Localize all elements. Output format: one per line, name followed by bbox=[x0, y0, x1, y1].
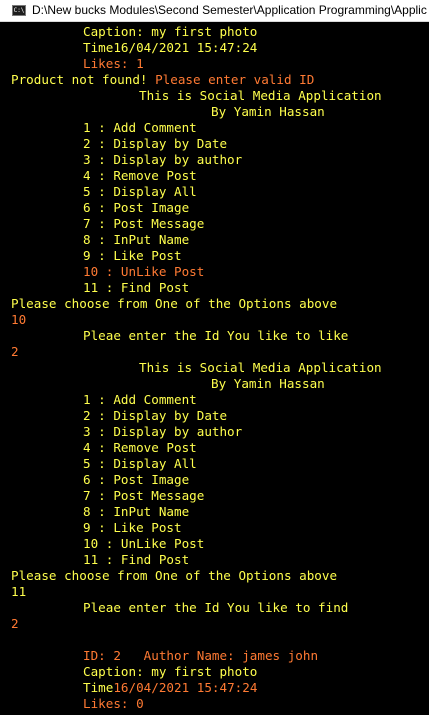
result-likes: Likes: 0 bbox=[83, 696, 144, 711]
menu-item: 11 : Find Post bbox=[83, 552, 190, 567]
menu-item: 8 : InPut Name bbox=[83, 504, 190, 519]
user-input: 10 bbox=[11, 312, 27, 327]
find-id-prompt: Pleae enter the Id You like to find bbox=[83, 600, 349, 615]
menu-item: 2 : Display by Date bbox=[83, 136, 228, 151]
user-input: 11 bbox=[11, 584, 27, 599]
menu-author: By Yamin Hassan bbox=[211, 104, 325, 119]
menu-item: 6 : Post Image bbox=[83, 200, 190, 215]
error-prefix: Product not found! bbox=[11, 72, 148, 87]
options-prompt: Please choose from One of the Options ab… bbox=[11, 568, 338, 583]
menu-item: 5 : Display All bbox=[83, 456, 197, 471]
menu-item: 5 : Display All bbox=[83, 184, 197, 199]
menu-item: 1 : Add Comment bbox=[83, 120, 197, 135]
options-prompt: Please choose from One of the Options ab… bbox=[11, 296, 338, 311]
console-app-icon: C:\ bbox=[12, 5, 26, 16]
post-caption: Caption: my first photo bbox=[83, 24, 258, 39]
menu-item: 4 : Remove Post bbox=[83, 440, 197, 455]
user-input: 2 bbox=[11, 344, 19, 359]
window-title: D:\New bucks Modules\Second Semester\App… bbox=[32, 3, 427, 17]
result-caption: Caption: my first photo bbox=[83, 664, 258, 679]
menu-item: 9 : Like Post bbox=[83, 248, 182, 263]
post-time: Time16/04/2021 15:47:24 bbox=[83, 40, 258, 55]
menu-item: 1 : Add Comment bbox=[83, 392, 197, 407]
post-likes: Likes: 1 bbox=[83, 56, 144, 71]
menu-author: By Yamin Hassan bbox=[211, 376, 325, 391]
user-input: 2 bbox=[11, 616, 19, 631]
menu-item: 7 : Post Message bbox=[83, 216, 205, 231]
menu-item: 3 : Display by author bbox=[83, 152, 243, 167]
menu-item: 11 : Find Post bbox=[83, 280, 190, 295]
menu-item: 4 : Remove Post bbox=[83, 168, 197, 183]
menu-item: 9 : Like Post bbox=[83, 520, 182, 535]
menu-item: 10 : UnLike Post bbox=[83, 536, 205, 551]
menu-title: This is Social Media Application bbox=[139, 88, 382, 103]
like-id-prompt: Pleae enter the Id You like to like bbox=[83, 328, 349, 343]
result-time-label: Time bbox=[83, 680, 114, 695]
menu-title: This is Social Media Application bbox=[139, 360, 382, 375]
menu-item: 6 : Post Image bbox=[83, 472, 190, 487]
menu-item: 3 : Display by author bbox=[83, 424, 243, 439]
result-id-author: ID: 2 Author Name: james john bbox=[83, 648, 319, 663]
menu-item: 8 : InPut Name bbox=[83, 232, 190, 247]
console-output[interactable]: Caption: my first photo Time16/04/2021 1… bbox=[11, 24, 429, 715]
menu-item: 10 : UnLike Post bbox=[83, 264, 205, 279]
menu-item: 7 : Post Message bbox=[83, 488, 205, 503]
menu-item: 2 : Display by Date bbox=[83, 408, 228, 423]
result-time: Time16/04/2021 15:47:24 bbox=[11, 680, 257, 696]
result-time-value: 16/04/2021 15:47:24 bbox=[113, 680, 258, 695]
console-window: C:\ D:\New bucks Modules\Second Semester… bbox=[0, 0, 429, 715]
error-suffix: Please enter valid ID bbox=[147, 72, 315, 87]
error-message: Product not found! Please enter valid ID bbox=[11, 72, 314, 88]
title-bar[interactable]: C:\ D:\New bucks Modules\Second Semester… bbox=[0, 0, 429, 22]
